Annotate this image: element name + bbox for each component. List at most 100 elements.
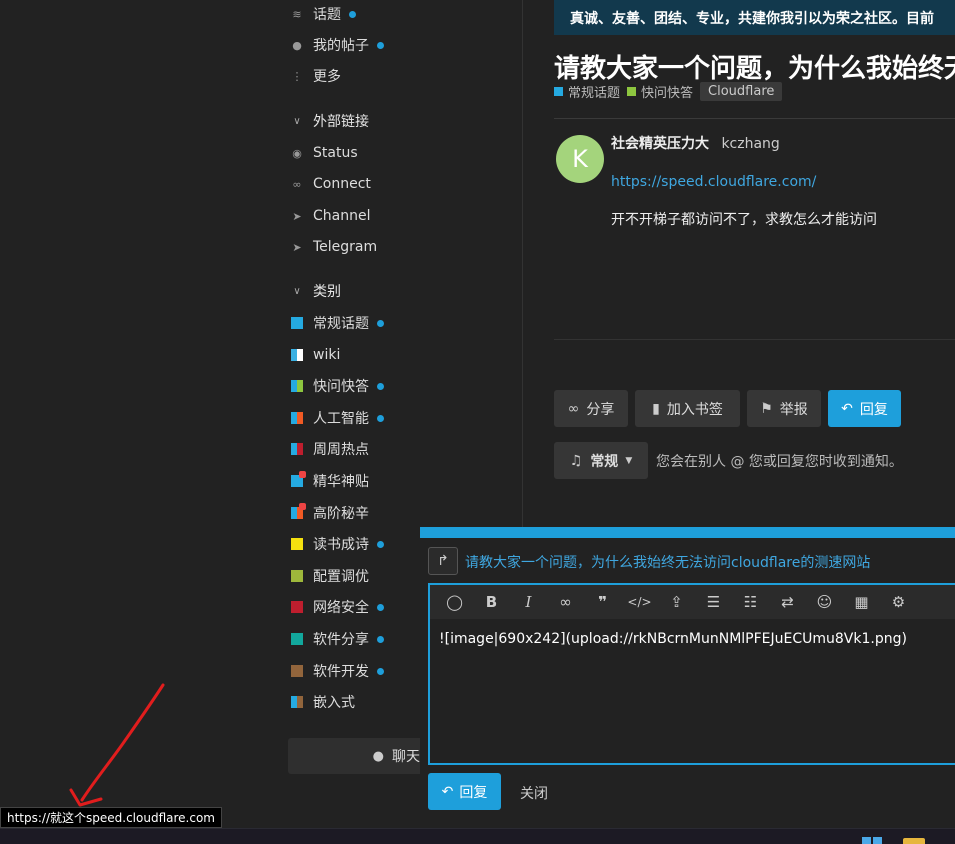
sidebar-item-category[interactable]: 快问快答 <box>290 374 384 398</box>
sidebar-item-category[interactable]: 周周热点 <box>290 437 369 461</box>
code-icon[interactable]: </> <box>621 585 658 619</box>
category-color-swatch <box>291 317 303 329</box>
editor: ◯ B I ∞ ❞ </> ⇪ ☰ ☷ ⇄ ☺ ▦ ⚙ ![image|690x… <box>428 583 955 765</box>
submit-reply-button[interactable]: ↶ 回复 <box>428 773 501 810</box>
emoji-icon[interactable]: ☺ <box>806 585 843 619</box>
author-username[interactable]: kczhang <box>721 136 779 152</box>
sidebar-item-label: 读书成诗 <box>313 537 369 553</box>
sidebar-item-label: 软件开发 <box>313 664 369 680</box>
chevron-down-icon: ∨ <box>293 285 301 297</box>
flag-button[interactable]: ⚑ 举报 <box>747 390 821 427</box>
notification-level-dropdown[interactable]: ♫ 常规 ▼ <box>554 442 648 479</box>
unread-dot <box>377 41 384 49</box>
sidebar-item-more[interactable]: ⋮ 更多 <box>290 64 342 88</box>
sidebar-item-category[interactable]: 常规话题 <box>290 311 384 335</box>
user-icon: ● <box>292 38 302 52</box>
category-color-swatch <box>627 87 637 96</box>
link-icon[interactable]: ∞ <box>547 585 584 619</box>
author-display-name[interactable]: 社会精英压力大 <box>611 136 709 152</box>
sidebar-item-category[interactable]: 软件开发 <box>290 659 384 683</box>
flag-label: 举报 <box>779 401 808 418</box>
bullet-list-icon[interactable]: ☰ <box>695 585 732 619</box>
upload-icon[interactable]: ⇪ <box>658 585 695 619</box>
chat-button[interactable]: ● 聊天 <box>288 738 438 774</box>
sidebar-item-my-posts[interactable]: ● 我的帖子 <box>290 33 384 57</box>
section-categories[interactable]: ∨ 类别 <box>290 279 341 303</box>
reply-action-toggle[interactable]: ↱ <box>428 547 458 575</box>
category-color-swatch <box>291 601 303 613</box>
post-body: 开不开梯子都访问不了，求教怎么才能访问 <box>611 212 877 228</box>
sidebar-item-category[interactable]: 网络安全 <box>290 595 384 619</box>
sidebar-item-telegram[interactable]: ➤ Telegram <box>290 235 377 259</box>
sidebar-item-category[interactable]: 精华神贴 <box>290 469 369 493</box>
sidebar-item-category[interactable]: wiki <box>290 343 340 367</box>
sidebar-item-label: Connect <box>313 176 371 192</box>
topic-tags: 常规话题 快问快答 Cloudflare <box>554 82 783 101</box>
windows-start-icon[interactable] <box>862 837 882 844</box>
bookmark-icon: ▮ <box>652 400 660 417</box>
unread-dot <box>377 382 384 390</box>
category-color-swatch <box>554 87 563 96</box>
share-arrow-icon: ↱ <box>437 553 449 569</box>
avatar[interactable]: K <box>556 135 604 183</box>
unread-dot <box>349 10 356 18</box>
quote-icon[interactable]: ◯ <box>436 585 473 619</box>
sidebar-item-category[interactable]: 配置调优 <box>290 564 369 588</box>
close-composer-button[interactable]: 关闭 <box>520 783 548 803</box>
swap-icon[interactable]: ⇄ <box>769 585 806 619</box>
reply-button[interactable]: ↶ 回复 <box>828 390 901 427</box>
sidebar-item-category[interactable]: 软件分享 <box>290 627 384 651</box>
divider <box>554 118 955 119</box>
blockquote-icon[interactable]: ❞ <box>584 585 621 619</box>
numbered-list-icon[interactable]: ☷ <box>732 585 769 619</box>
caret-down-icon: ▼ <box>625 455 633 466</box>
editor-textarea[interactable]: ![image|690x242](upload://rkNBcrnMunNMlP… <box>430 619 955 659</box>
category-color-swatch <box>291 443 303 455</box>
share-button[interactable]: ∞ 分享 <box>554 390 628 427</box>
sidebar-item-label: 快问快答 <box>313 379 369 395</box>
sidebar-item-status[interactable]: ◉ Status <box>290 141 358 165</box>
italic-icon[interactable]: I <box>510 585 547 619</box>
folder-icon[interactable] <box>903 838 925 844</box>
link-icon: ∞ <box>292 177 302 191</box>
bold-icon[interactable]: B <box>473 585 510 619</box>
category-color-swatch <box>291 665 303 677</box>
section-external-links[interactable]: ∨ 外部链接 <box>290 109 369 133</box>
sidebar-item-label: 常规话题 <box>313 316 369 332</box>
section-title: 类别 <box>313 284 341 300</box>
category-color-swatch <box>291 349 303 361</box>
unread-dot <box>377 635 384 643</box>
sidebar-item-category[interactable]: 读书成诗 <box>290 532 384 556</box>
gear-icon[interactable]: ⚙ <box>880 585 917 619</box>
editor-toolbar: ◯ B I ∞ ❞ </> ⇪ ☰ ☷ ⇄ ☺ ▦ ⚙ <box>430 585 955 619</box>
category-color-swatch <box>291 380 303 392</box>
sidebar-item-label: 软件分享 <box>313 632 369 648</box>
sidebar-item-category[interactable]: 高阶秘辛 <box>290 501 369 525</box>
section-title: 外部链接 <box>313 114 369 130</box>
sidebar-item-category[interactable]: 人工智能 <box>290 406 384 430</box>
sidebar-item-label: Channel <box>313 208 371 224</box>
reply-icon: ↶ <box>441 783 454 800</box>
bookmark-button[interactable]: ▮ 加入书签 <box>635 390 740 427</box>
chat-label: 聊天 <box>392 749 420 765</box>
sidebar-item-category[interactable]: 嵌入式 <box>290 690 355 714</box>
category-badge-general[interactable]: 常规话题 <box>554 82 620 101</box>
category-color-swatch <box>291 412 303 424</box>
sidebar-item-label: wiki <box>313 347 341 363</box>
eye-icon: ◉ <box>292 146 302 160</box>
post-link[interactable]: https://speed.cloudflare.com/ <box>611 174 816 190</box>
category-color-swatch <box>291 538 303 550</box>
sidebar-item-label: Status <box>313 145 358 161</box>
unread-dot <box>377 603 384 611</box>
sidebar-item-label: 人工智能 <box>313 411 369 427</box>
tag-cloudflare[interactable]: Cloudflare <box>700 82 783 101</box>
composer-reply-title[interactable]: 请教大家一个问题，为什么我始终无法访问cloudflare的测速网站 <box>465 552 870 572</box>
chat-bubble-icon: ● <box>372 748 384 764</box>
sidebar-item-topics[interactable]: ≋ 话题 <box>290 2 356 26</box>
calendar-icon[interactable]: ▦ <box>843 585 880 619</box>
sidebar-item-label: Telegram <box>313 239 378 255</box>
sidebar-item-channel[interactable]: ➤ Channel <box>290 204 370 228</box>
sidebar-item-connect[interactable]: ∞ Connect <box>290 172 371 196</box>
sidebar-item-label: 配置调优 <box>313 569 369 585</box>
category-badge-qa[interactable]: 快问快答 <box>627 82 693 101</box>
